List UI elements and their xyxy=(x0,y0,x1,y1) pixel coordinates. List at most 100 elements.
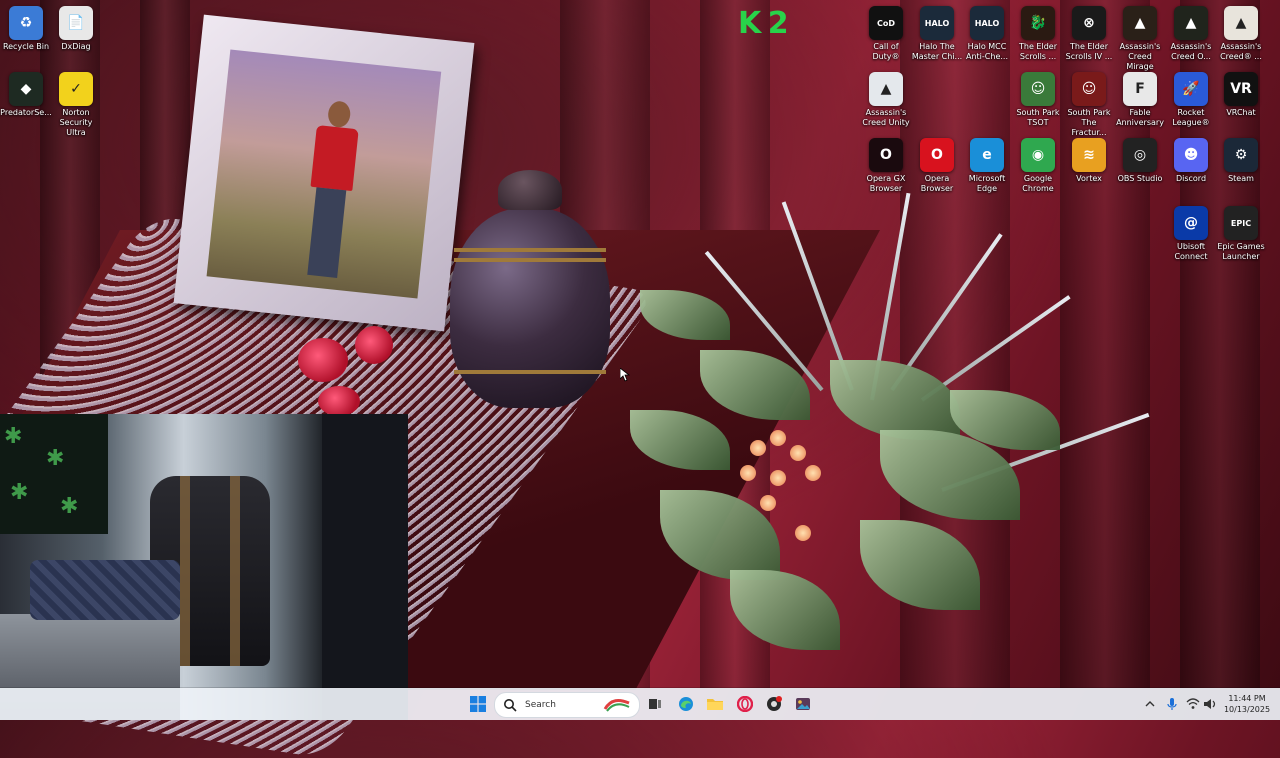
task-view-icon xyxy=(649,699,661,709)
desktop-icon-label: South Park TSOT xyxy=(1016,108,1060,127)
desktop-icon-vortex[interactable]: ≋ Vortex xyxy=(1063,138,1115,184)
dxdiag-icon: 📄 xyxy=(59,6,93,40)
desktop-icon-dxdiag[interactable]: 📄 DxDiag xyxy=(50,6,102,52)
desktop-icon-label: Fable Anniversary xyxy=(1116,108,1164,127)
taskbar-clock[interactable]: 11:44 PM 10/13/2025 xyxy=(1218,693,1276,715)
discord-icon: ☻ xyxy=(1174,138,1208,172)
desktop-icon-obs[interactable]: ◎ OBS Studio xyxy=(1114,138,1166,184)
desktop-icon-label: Opera Browser xyxy=(920,174,954,193)
desktop-icon-edge[interactable]: e Microsoft Edge xyxy=(961,138,1013,194)
desktop-icon-halo-mcc-1[interactable]: HALO Halo The Master Chi... xyxy=(911,6,963,62)
desktop-icon-label: Opera GX Browser xyxy=(866,174,906,193)
desktop-icon-ac-unity[interactable]: ▲ Assassin's Creed Unity xyxy=(860,72,912,128)
desktop-icon-elder-scrolls-1[interactable]: 🐉 The Elder Scrolls ... xyxy=(1012,6,1064,62)
webcam-overlay: ✱ ✱ ✱ ✱ xyxy=(0,414,408,720)
obs-taskbar-button[interactable] xyxy=(762,692,786,716)
desktop-icon-label: Rocket League® xyxy=(1172,108,1210,127)
desktop-icon-label: Assassin's Creed Unity xyxy=(862,108,910,127)
search-placeholder: Search xyxy=(525,700,556,710)
desktop-icon-label: Assassin's Creed® ... xyxy=(1220,42,1262,61)
opera-taskbar-button[interactable] xyxy=(733,692,757,716)
call-of-duty-icon: CoD xyxy=(869,6,903,40)
rose xyxy=(298,338,348,382)
desktop-icon-steam[interactable]: ⚙ Steam xyxy=(1215,138,1267,184)
halo-mcc-2-icon: HALO xyxy=(970,6,1004,40)
desktop-icon-ac-mirage[interactable]: ▲ Assassin's Creed Mirage xyxy=(1114,6,1166,72)
desktop-icon-south-park-tsot[interactable]: ☺ South Park TSOT xyxy=(1012,72,1064,128)
ubisoft-icon: @ xyxy=(1174,206,1208,240)
elder-scrolls-1-icon: 🐉 xyxy=(1021,6,1055,40)
desktop-icon-epic[interactable]: EPIC Epic Games Launcher xyxy=(1215,206,1267,262)
desktop-icon-label: Ubisoft Connect xyxy=(1174,242,1208,261)
ac-other-icon: ▲ xyxy=(1224,6,1258,40)
task-view-button[interactable] xyxy=(643,692,667,716)
speaker-icon xyxy=(1204,699,1216,709)
edge-icon: e xyxy=(970,138,1004,172)
desktop-icon-rocket-league[interactable]: 🚀 Rocket League® xyxy=(1165,72,1217,128)
desktop-icon-label: Microsoft Edge xyxy=(968,174,1006,193)
rose xyxy=(318,386,360,416)
taskbar-search[interactable]: Search xyxy=(494,692,640,718)
south-park-tsot-icon: ☺ xyxy=(1021,72,1055,106)
desktop-icon-chrome[interactable]: ◉ Google Chrome xyxy=(1012,138,1064,194)
desktop-icon-ac-other[interactable]: ▲ Assassin's Creed® ... xyxy=(1215,6,1267,62)
desktop-icon-fable[interactable]: F Fable Anniversary xyxy=(1114,72,1166,128)
photos-taskbar-button[interactable] xyxy=(791,692,815,716)
rose xyxy=(355,326,393,364)
ac-unity-icon: ▲ xyxy=(869,72,903,106)
clock-date: 10/13/2025 xyxy=(1223,705,1271,714)
wall-tapestry: ✱ ✱ ✱ ✱ xyxy=(0,414,108,534)
predatorsense-icon: ◆ xyxy=(9,72,43,106)
folder-icon xyxy=(707,699,723,710)
desktop-icon-elder-scrolls-2[interactable]: ⊗ The Elder Scrolls IV ... xyxy=(1063,6,1115,62)
desktop-icon-label: Halo The Master Chi... xyxy=(911,42,963,61)
desktop-icon-opera[interactable]: O Opera Browser xyxy=(911,138,963,194)
memorial-urn xyxy=(450,170,610,410)
desktop-icon-label: Steam xyxy=(1228,174,1254,183)
search-icon xyxy=(504,699,517,712)
picture-frame xyxy=(173,14,475,332)
file-explorer-button[interactable] xyxy=(703,692,727,716)
vortex-icon: ≋ xyxy=(1072,138,1106,172)
desktop-icon-label: VRChat xyxy=(1226,108,1256,117)
desktop-icon-label: PredatorSe... xyxy=(0,108,52,117)
rocket-league-icon: 🚀 xyxy=(1174,72,1208,106)
volume-button[interactable] xyxy=(1202,688,1218,720)
desktop-icon-call-of-duty[interactable]: CoD Call of Duty® xyxy=(860,6,912,62)
desktop-icon-predatorsense[interactable]: ◆ PredatorSe... xyxy=(0,72,52,118)
elder-scrolls-2-icon: ⊗ xyxy=(1072,6,1106,40)
chevron-up-icon xyxy=(1145,701,1155,707)
south-park-tfbw-icon: ☺ xyxy=(1072,72,1106,106)
mouse-cursor-icon xyxy=(620,368,630,382)
tray-overflow-button[interactable] xyxy=(1142,688,1158,720)
desktop-icon-opera-gx[interactable]: O Opera GX Browser xyxy=(860,138,912,194)
edge-taskbar-button[interactable] xyxy=(674,692,698,716)
desktop-icon-halo-mcc-2[interactable]: HALO Halo MCC Anti-Che... xyxy=(961,6,1013,62)
blanket xyxy=(30,560,180,620)
desktop-icon-norton[interactable]: ✓ Norton Security Ultra xyxy=(50,72,102,138)
obs-recording-icon xyxy=(767,696,782,711)
microphone-button[interactable] xyxy=(1164,688,1180,720)
desktop-icon-label: Google Chrome xyxy=(1022,174,1054,193)
desktop-icon-ac-origins[interactable]: ▲ Assassin's Creed O... xyxy=(1165,6,1217,62)
clock-time: 11:44 PM xyxy=(1228,694,1266,703)
desktop-icon-vrchat[interactable]: VR VRChat xyxy=(1215,72,1267,118)
steam-icon: ⚙ xyxy=(1224,138,1258,172)
desktop-icon-label: OBS Studio xyxy=(1117,174,1163,183)
fable-icon: F xyxy=(1123,72,1157,106)
chrome-icon: ◉ xyxy=(1021,138,1055,172)
network-button[interactable] xyxy=(1184,688,1202,720)
wifi-icon xyxy=(1186,698,1200,709)
desktop-icon-south-park-tfbw[interactable]: ☺ South Park The Fractur... xyxy=(1063,72,1115,138)
desktop-icon-label: Assassin's Creed O... xyxy=(1170,42,1212,61)
desktop-icon-label: Vortex xyxy=(1076,174,1102,183)
desktop-icon-label: Halo MCC Anti-Che... xyxy=(966,42,1008,61)
opera-icon: O xyxy=(920,138,954,172)
desktop-icon-label: DxDiag xyxy=(61,42,91,51)
start-button[interactable] xyxy=(466,692,490,716)
desktop-icon-recycle-bin[interactable]: ♻ Recycle Bin xyxy=(0,6,52,52)
desktop-icon-ubisoft[interactable]: @ Ubisoft Connect xyxy=(1165,206,1217,262)
desktop-icon-discord[interactable]: ☻ Discord xyxy=(1165,138,1217,184)
halo-mcc-1-icon: HALO xyxy=(920,6,954,40)
recycle-bin-icon: ♻ xyxy=(9,6,43,40)
